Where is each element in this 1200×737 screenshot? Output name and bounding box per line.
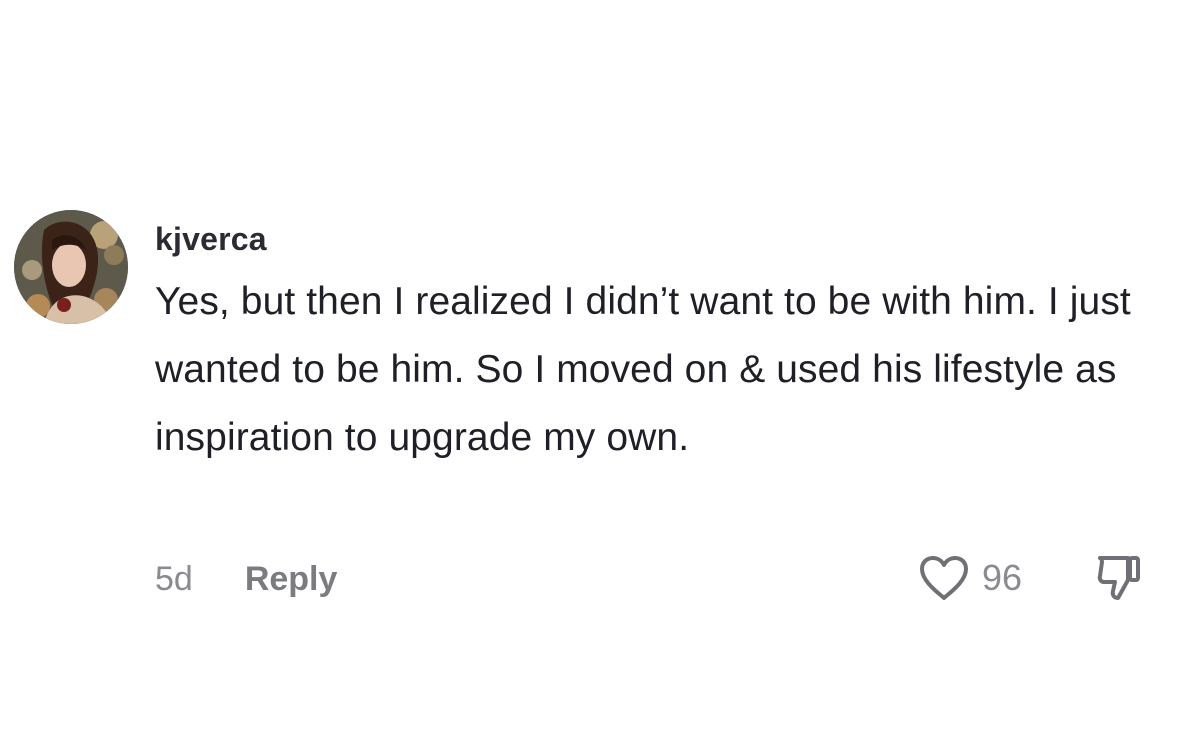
comment-timestamp: 5d	[155, 559, 193, 598]
heart-outline-icon[interactable]	[918, 554, 970, 602]
like-count: 96	[982, 557, 1023, 598]
comment-meta-row: 5d Reply	[155, 556, 337, 602]
comment-text: Yes, but then I realized I didn’t want t…	[155, 280, 1131, 459]
comment-actions: 96	[918, 550, 1144, 606]
comment-item: kjverca Yes, but then I realized I didn’…	[0, 0, 1200, 737]
thumbs-down-icon[interactable]	[1094, 552, 1144, 604]
comment-username[interactable]: kjverca	[155, 219, 267, 259]
like-button[interactable]: 96	[918, 554, 1022, 602]
avatar[interactable]	[14, 210, 128, 324]
reply-button[interactable]: Reply	[245, 560, 338, 599]
